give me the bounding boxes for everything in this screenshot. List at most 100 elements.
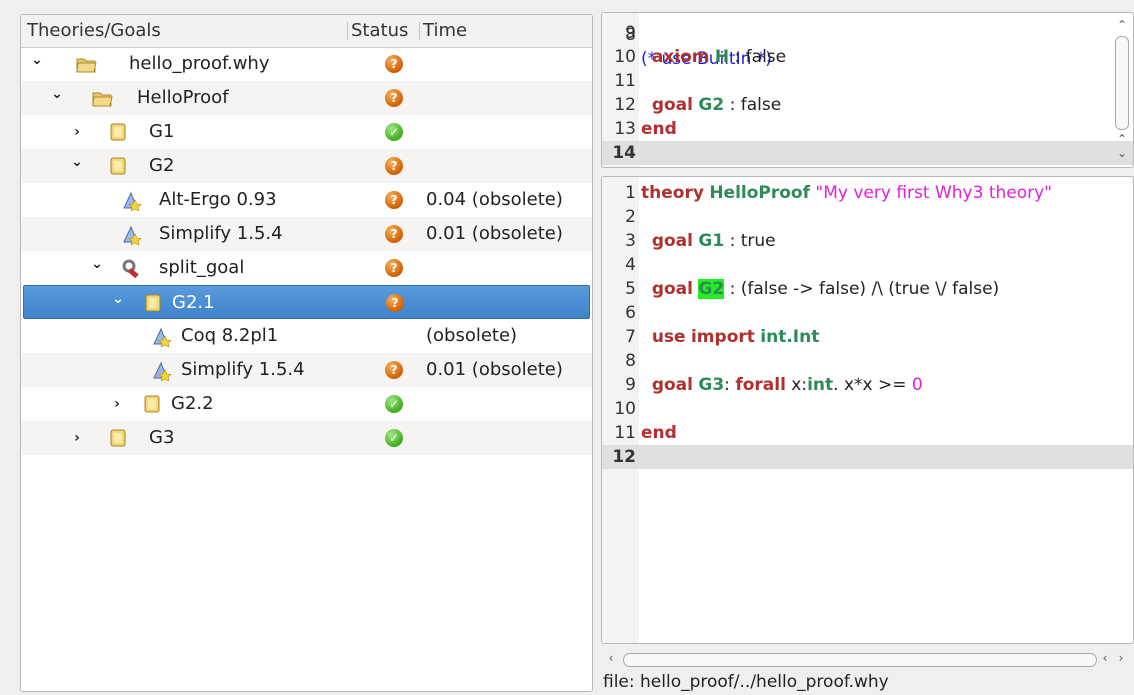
code-token: axiom <box>651 47 710 67</box>
code-line[interactable]: 6 <box>602 301 1133 325</box>
code-text: goal G1 : true <box>641 229 776 253</box>
column-header-status[interactable]: Status <box>351 15 408 47</box>
scroll-up-icon[interactable]: ⌃ <box>1112 132 1132 146</box>
tree-row-label: G2.2 <box>171 393 214 414</box>
code-line[interactable]: 11 <box>602 69 1133 93</box>
tree-row[interactable]: › G2.2 ✓ <box>21 387 592 421</box>
code-line[interactable]: 10 <box>602 397 1133 421</box>
code-line[interactable]: 12 <box>602 445 1133 469</box>
tree-row-label: G2.1 <box>172 292 215 313</box>
code-token: : false <box>729 47 787 67</box>
scroll-down-icon[interactable]: ⌄ <box>1112 146 1132 160</box>
code-token: G1 <box>698 231 725 251</box>
tree-row[interactable]: ⌄ G2.1? <box>23 285 590 319</box>
code-line[interactable]: 12 goal G2 : false <box>602 93 1133 117</box>
scrollbar-thumb[interactable] <box>623 653 1097 667</box>
vertical-scrollbar[interactable]: ⌃ ⌃ ⌄ <box>1112 14 1132 166</box>
chevron-right-icon[interactable]: › <box>109 387 125 421</box>
line-number: 3 <box>625 231 636 251</box>
column-header-time[interactable]: Time <box>423 15 467 47</box>
chevron-down-icon[interactable]: ⌄ <box>89 247 105 281</box>
line-number: 4 <box>625 255 636 275</box>
goal-icon <box>142 292 164 319</box>
line-number: 9 <box>625 23 636 43</box>
tree-row[interactable]: ⌄ split_goal? <box>21 251 592 285</box>
chevron-right-icon[interactable]: › <box>69 421 85 455</box>
code-token: . x*x >= <box>833 375 912 395</box>
code-token: end <box>641 119 677 139</box>
code-text: goal G3: forall x:int. x*x >= 0 <box>641 373 923 397</box>
unknown-status-icon: ? <box>385 191 403 209</box>
folder-icon <box>91 87 113 114</box>
tree-row[interactable]: Simplify 1.5.4? 0.01 (obsolete) <box>21 353 592 387</box>
tree-row-time: (obsolete) <box>426 325 518 346</box>
chevron-down-icon[interactable]: ⌄ <box>29 43 45 77</box>
code-line[interactable]: 9 <box>602 21 1133 45</box>
unknown-status-icon: ? <box>385 157 403 175</box>
code-token: import <box>690 327 755 347</box>
tree-row[interactable]: ⌄ HelloProof? <box>21 81 592 115</box>
code-line[interactable]: 3 goal G1 : true <box>602 229 1133 253</box>
proof-tree-panel[interactable]: Theories/Goals Status Time ⌄ hello_proof.… <box>20 14 593 692</box>
horizontal-scrollbar[interactable]: ‹ ‹ › <box>601 649 1132 671</box>
source-view-panel[interactable]: 1 theory HelloProof "My very first Why3 t… <box>601 176 1134 644</box>
code-line[interactable]: 4 <box>602 253 1133 277</box>
tree-row-label: HelloProof <box>137 87 229 108</box>
code-token: goal <box>651 95 693 115</box>
tree-row[interactable]: Coq 8.2pl1 (obsolete) <box>21 319 592 353</box>
scroll-right-icon[interactable]: › <box>1113 651 1129 665</box>
tree-row-label: Alt-Ergo 0.93 <box>159 189 277 210</box>
code-token: forall <box>735 375 786 395</box>
tree-row[interactable]: › G1 ✓ <box>21 115 592 149</box>
code-token: use <box>651 327 686 347</box>
code-line[interactable]: 1 theory HelloProof "My very first Why3 t… <box>602 181 1133 205</box>
tree-row-label: split_goal <box>159 257 245 278</box>
chevron-down-icon[interactable]: ⌄ <box>110 282 126 316</box>
code-token: H <box>714 47 730 67</box>
code-line[interactable]: 9 goal G3: forall x:int. x*x >= 0 <box>602 373 1133 397</box>
code-line[interactable]: 14 <box>602 141 1133 165</box>
code-line[interactable]: 10 axiom H : false <box>602 45 1133 69</box>
scroll-left-icon[interactable]: ‹ <box>1097 651 1113 665</box>
line-number: 12 <box>612 447 636 467</box>
code-line[interactable]: 7 use import int.Int <box>602 325 1133 349</box>
tree-row-label: G1 <box>149 121 175 142</box>
tree-row[interactable]: Alt-Ergo 0.93? 0.04 (obsolete) <box>21 183 592 217</box>
chevron-down-icon[interactable]: ⌄ <box>69 145 85 179</box>
code-token: goal <box>651 375 693 395</box>
line-number: 11 <box>614 423 636 443</box>
tree-row-time: 0.01 (obsolete) <box>426 359 563 380</box>
scroll-up-icon[interactable]: ⌃ <box>1112 18 1132 32</box>
chevron-down-icon[interactable]: ⌄ <box>49 77 65 111</box>
line-number: 7 <box>625 327 636 347</box>
tree-row[interactable]: ⌄ hello_proof.why? <box>21 47 592 81</box>
tree-row[interactable]: ⌄ G2? <box>21 149 592 183</box>
scroll-left-icon[interactable]: ‹ <box>603 651 619 665</box>
tree-row[interactable]: Simplify 1.5.4? 0.01 (obsolete) <box>21 217 592 251</box>
code-line[interactable]: 5 goal G2 : (false -> false) /\ (true \/… <box>602 277 1133 301</box>
code-line[interactable]: 2 <box>602 205 1133 229</box>
code-line[interactable]: 13 end <box>602 117 1133 141</box>
code-line[interactable]: 11 end <box>602 421 1133 445</box>
chevron-right-icon[interactable]: › <box>69 115 85 149</box>
code-text: end <box>641 117 677 141</box>
column-separator[interactable] <box>347 22 348 40</box>
line-number: 5 <box>625 279 636 299</box>
tree-row-label: G2 <box>149 155 175 176</box>
scrollbar-thumb[interactable] <box>1115 36 1129 130</box>
column-separator[interactable] <box>419 22 420 40</box>
unknown-status-icon: ? <box>385 89 403 107</box>
tree-row[interactable]: › G3 ✓ <box>21 421 592 455</box>
task-view-panel[interactable]: 8 (* use BuiltIn *) 9 10 axiom H : false 1… <box>601 12 1134 168</box>
line-number: 9 <box>625 375 636 395</box>
valid-status-icon: ✓ <box>385 395 403 413</box>
code-line[interactable]: 8 <box>602 349 1133 373</box>
column-header-goals[interactable]: Theories/Goals <box>27 15 161 47</box>
tree-row-time: 0.04 (obsolete) <box>426 189 563 210</box>
line-number: 6 <box>625 303 636 323</box>
folder-icon <box>75 53 97 80</box>
